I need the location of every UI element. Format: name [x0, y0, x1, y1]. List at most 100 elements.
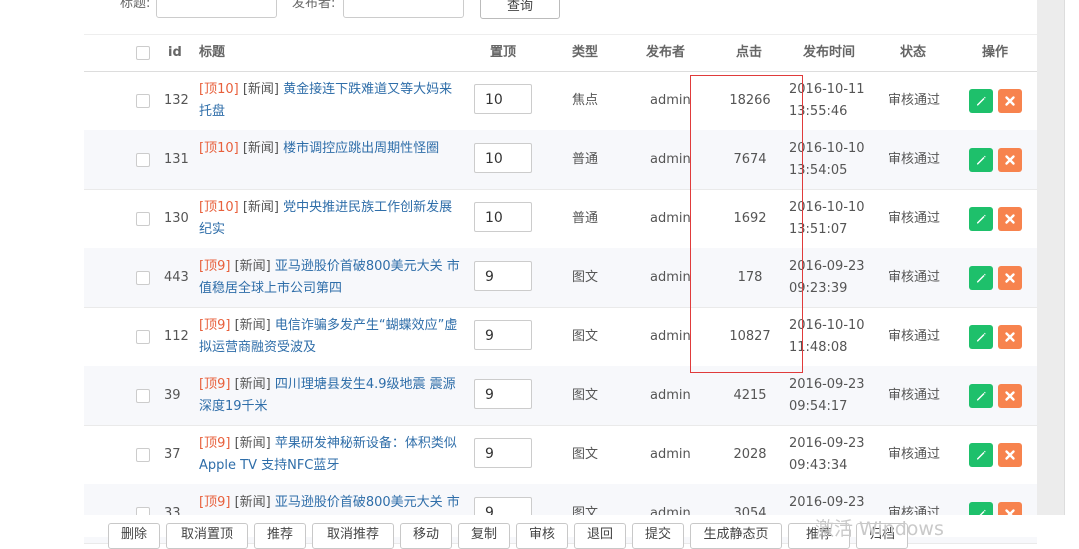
row-type: 焦点: [572, 93, 599, 108]
bulk-button-5[interactable]: 复制: [458, 523, 510, 549]
row-title[interactable]: [顶10] [新闻] 党中央推进民族工作创新发展纪实: [199, 197, 464, 241]
sort-order-input[interactable]: 9: [474, 379, 532, 409]
table-row: 112 [顶9] [新闻] 电信诈骗多发产生“蝴蝶效应”虚拟运营商融资受波及 9…: [84, 307, 1037, 367]
query-button[interactable]: 查询: [480, 0, 560, 19]
row-status: 审核通过: [888, 329, 941, 344]
publisher-filter-input[interactable]: [343, 0, 464, 18]
title-filter-input[interactable]: [156, 0, 277, 18]
row-id: 39: [164, 388, 181, 403]
table-row: 443 [顶9] [新闻] 亚马逊股价首破800美元大关 市值稳居全球上市公司第…: [84, 248, 1037, 308]
row-publish-time: 2016-09-23 09:54:17: [789, 377, 865, 414]
x-icon: [1005, 155, 1015, 165]
row-id: 112: [164, 329, 189, 344]
category-tag: [新闻]: [234, 318, 271, 333]
edit-button[interactable]: [969, 89, 993, 113]
bulk-button-8[interactable]: 提交: [632, 523, 684, 549]
row-checkbox[interactable]: [136, 330, 150, 344]
edit-button[interactable]: [969, 148, 993, 172]
row-title[interactable]: [顶9] [新闻] 亚马逊股价首破800美元大关 市值稳居全球上市公司第四: [199, 256, 464, 300]
sort-order-input[interactable]: 10: [474, 202, 532, 232]
sort-order-input[interactable]: 9: [474, 320, 532, 350]
category-tag: [新闻]: [234, 436, 271, 451]
row-publish-time: 2016-09-23 09:43:34: [789, 436, 865, 473]
row-checkbox[interactable]: [136, 448, 150, 462]
row-type: 普通: [572, 211, 599, 226]
pencil-icon: [977, 96, 986, 106]
left-gutter: [0, 0, 85, 537]
col-publish-time[interactable]: 发布时间: [803, 35, 855, 71]
sort-order-input[interactable]: 9: [474, 261, 532, 291]
delete-button[interactable]: [998, 148, 1022, 172]
col-publisher: 发布者: [646, 45, 686, 60]
edit-button[interactable]: [969, 207, 993, 231]
table-row: 130 [顶10] [新闻] 党中央推进民族工作创新发展纪实 10 普通 adm…: [84, 189, 1037, 249]
row-checkbox[interactable]: [136, 389, 150, 403]
row-title[interactable]: [顶10] [新闻] 楼市调控应跳出周期性怪圈: [199, 138, 464, 160]
col-top[interactable]: 置顶: [490, 35, 516, 71]
bulk-button-7[interactable]: 退回: [574, 523, 626, 549]
row-status: 审核通过: [888, 152, 941, 167]
table-row: 37 [顶9] [新闻] 苹果研发神秘新设备：体积类似Apple TV 支持NF…: [84, 425, 1037, 485]
edit-button[interactable]: [969, 325, 993, 349]
row-title[interactable]: [顶10] [新闻] 黄金接连下跌难道又等大妈来托盘: [199, 79, 464, 123]
row-checkbox[interactable]: [136, 212, 150, 226]
category-tag: [新闻]: [234, 495, 271, 510]
row-status: 审核通过: [888, 388, 941, 403]
bulk-button-0[interactable]: 删除: [108, 523, 160, 549]
col-status: 状态: [900, 45, 927, 60]
delete-button[interactable]: [998, 266, 1022, 290]
page-scrollbar[interactable]: [1064, 0, 1079, 537]
delete-button[interactable]: [998, 384, 1022, 408]
col-action: 操作: [982, 45, 1009, 60]
row-title[interactable]: [顶9] [新闻] 苹果研发神秘新设备：体积类似Apple TV 支持NFC蓝牙: [199, 433, 464, 477]
col-id[interactable]: id: [168, 35, 182, 71]
x-icon: [1005, 273, 1015, 283]
clicks-highlight-box: [690, 75, 803, 373]
top-tag: [顶9]: [199, 436, 231, 451]
row-publisher: admin: [650, 447, 691, 462]
row-checkbox[interactable]: [136, 271, 150, 285]
sort-order-input[interactable]: 10: [474, 84, 532, 114]
bulk-button-2[interactable]: 推荐: [254, 523, 306, 549]
top-tag: [顶10]: [199, 82, 239, 97]
row-publisher: admin: [650, 270, 691, 285]
row-publisher: admin: [650, 329, 691, 344]
title-filter-label: 标题:: [120, 0, 151, 11]
sort-order-input[interactable]: 9: [474, 438, 532, 468]
select-all-checkbox[interactable]: [136, 46, 150, 60]
delete-button[interactable]: [998, 89, 1022, 113]
row-type: 图文: [572, 270, 599, 285]
row-clicks: 2028: [733, 447, 767, 462]
col-type: 类型: [572, 45, 599, 60]
edit-button[interactable]: [969, 443, 993, 467]
bulk-button-1[interactable]: 取消置顶: [166, 523, 248, 549]
x-icon: [1005, 450, 1015, 460]
delete-button[interactable]: [998, 207, 1022, 231]
bulk-button-3[interactable]: 取消推荐: [312, 523, 394, 549]
row-clicks: 4215: [733, 388, 767, 403]
row-checkbox[interactable]: [136, 153, 150, 167]
row-checkbox[interactable]: [136, 94, 150, 108]
row-type: 图文: [572, 447, 599, 462]
row-title[interactable]: [顶9] [新闻] 电信诈骗多发产生“蝴蝶效应”虚拟运营商融资受波及: [199, 315, 464, 359]
bulk-button-4[interactable]: 移动: [400, 523, 452, 549]
delete-button[interactable]: [998, 325, 1022, 349]
row-type: 图文: [572, 329, 599, 344]
row-publisher: admin: [650, 211, 691, 226]
sort-order-input[interactable]: 10: [474, 143, 532, 173]
pencil-icon: [977, 155, 986, 165]
col-clicks[interactable]: 点击: [736, 35, 762, 71]
bulk-button-6[interactable]: 审核: [516, 523, 568, 549]
bulk-button-9[interactable]: 生成静态页: [690, 523, 782, 549]
x-icon: [1005, 332, 1015, 342]
right-sidebar-strip: [1037, 0, 1064, 537]
row-status: 审核通过: [888, 447, 941, 462]
top-tag: [顶10]: [199, 141, 239, 156]
row-title[interactable]: [顶9] [新闻] 四川理塘县发生4.9级地震 震源深度19千米: [199, 374, 464, 418]
article-title-link[interactable]: 楼市调控应跳出周期性怪圈: [283, 141, 439, 156]
edit-button[interactable]: [969, 384, 993, 408]
delete-button[interactable]: [998, 443, 1022, 467]
edit-button[interactable]: [969, 266, 993, 290]
row-type: 普通: [572, 152, 599, 167]
col-title: 标题: [199, 45, 226, 60]
